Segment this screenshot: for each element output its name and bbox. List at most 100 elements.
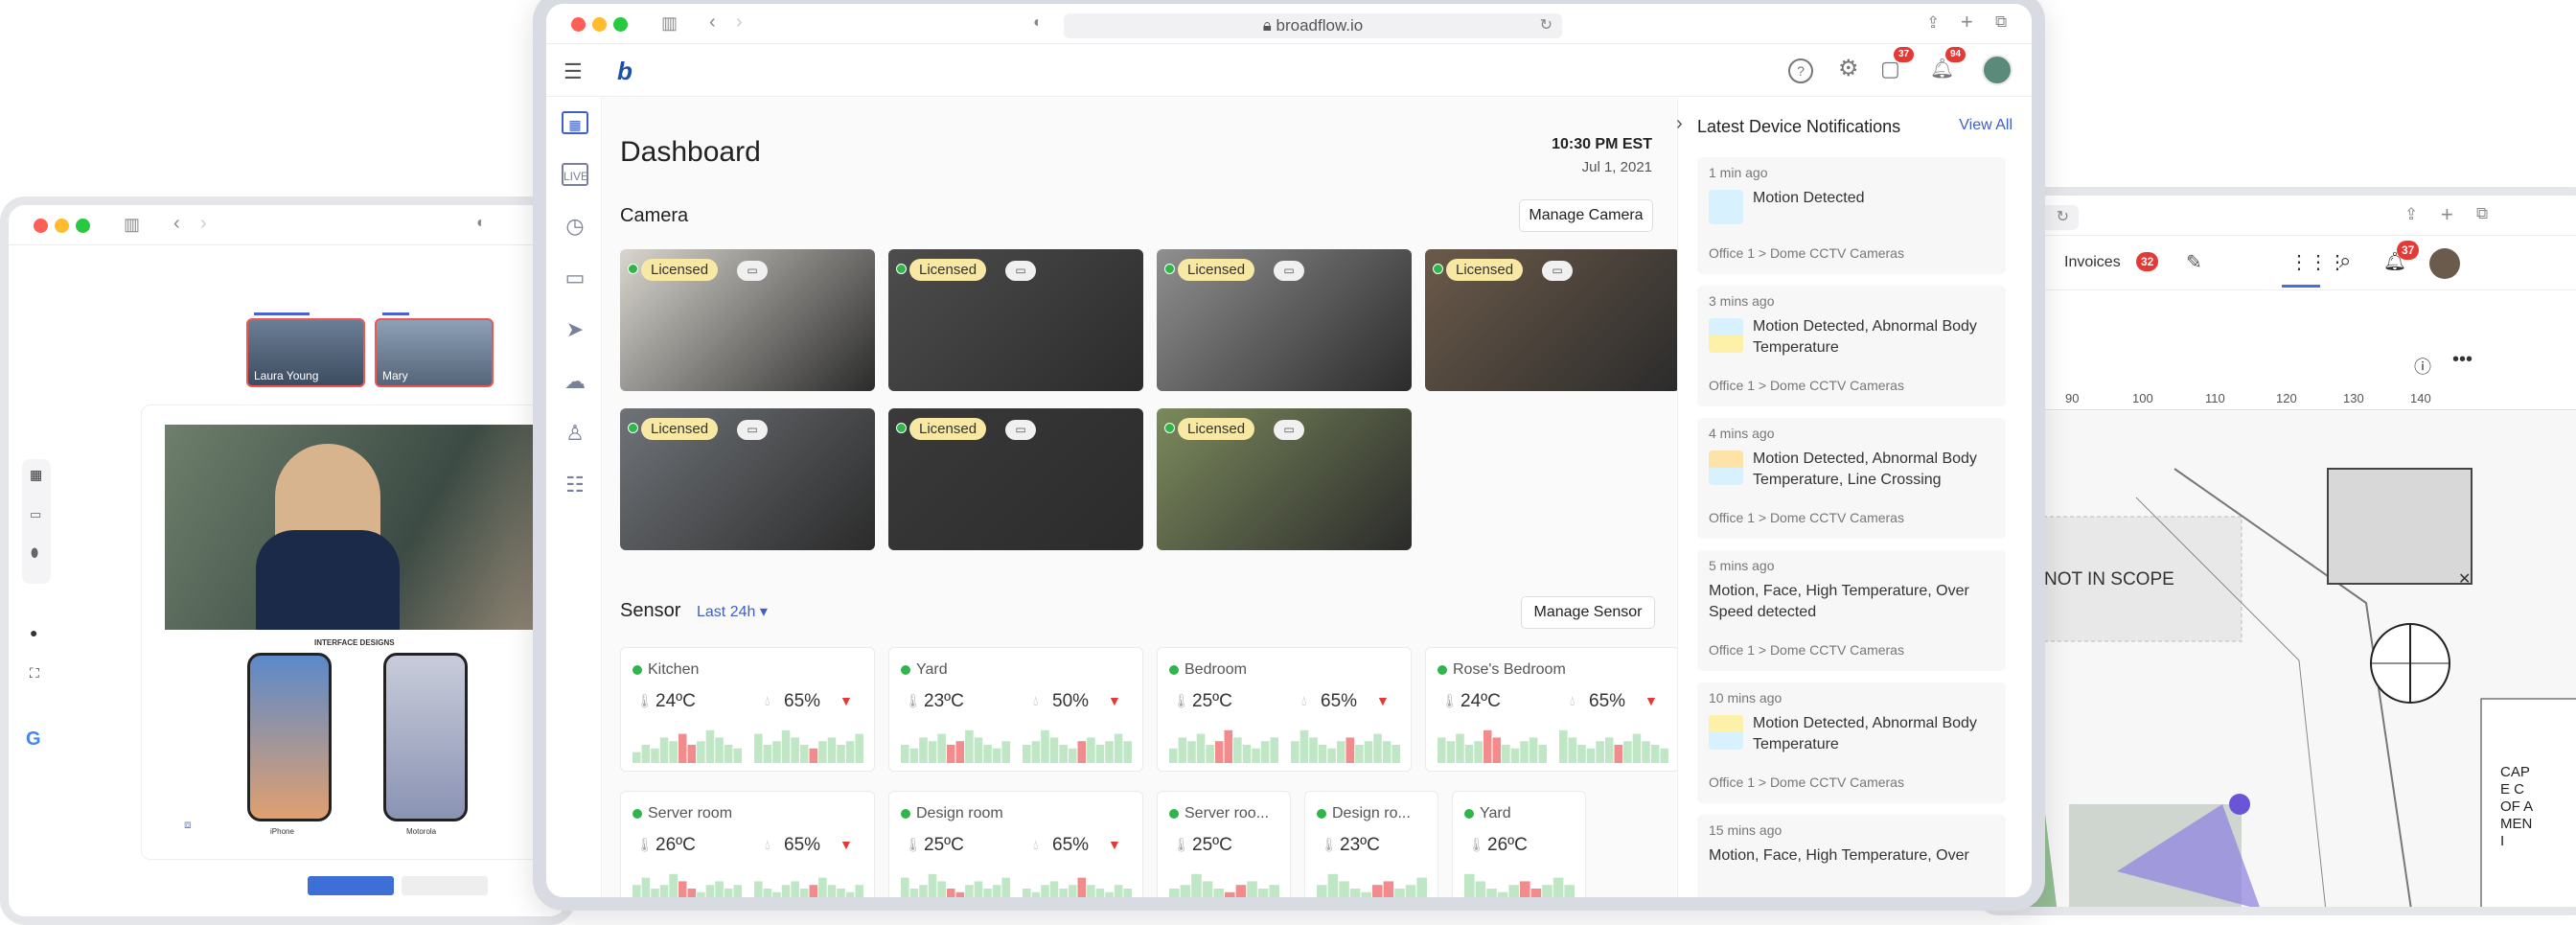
participant-tile[interactable]: Mary (375, 312, 494, 387)
sensor-card[interactable]: Yard 🌡︎ 23ºC 💧︎ 50% ▼ (888, 647, 1143, 772)
sensor-card[interactable]: Design ro... 🌡︎ 23ºC (1304, 791, 1438, 897)
time-range-dropdown[interactable]: Last 24h ▾ (697, 602, 768, 621)
floor-plan[interactable]: AREA NOT IN SCOPE CAPE COF AMENI ✕ (1983, 411, 2576, 907)
sensor-humidity: 65% (1052, 835, 1090, 855)
notification-card[interactable]: 1 min ago Motion Detected Office 1 > Dome … (1697, 157, 2006, 274)
help-icon[interactable]: ? (1788, 58, 1813, 83)
licensed-badge: Licensed (641, 418, 719, 440)
forward-icon[interactable]: › (736, 12, 743, 34)
sensor-card[interactable]: Kitchen 🌡︎ 24ºC 💧︎ 65% ▼ (620, 647, 875, 772)
manage-camera-button[interactable]: Manage Camera (1519, 199, 1653, 232)
notification-card[interactable]: 3 mins ago Motion Detected, Abnormal Body… (1697, 286, 2006, 406)
camera-tile[interactable]: Licensed ▭ (1425, 249, 1680, 391)
more-icon[interactable]: ••• (2452, 349, 2472, 371)
camera-tile[interactable]: Licensed ▭ (888, 408, 1143, 550)
close-window-button[interactable] (571, 17, 586, 32)
collapse-chevron-icon[interactable]: › (1676, 113, 1683, 135)
search-icon[interactable]: ⌕ (2339, 248, 2351, 273)
user-icon[interactable]: ♙ (562, 422, 588, 445)
new-tab-icon[interactable]: + (1961, 10, 1973, 35)
sensor-sparkline (1464, 873, 1575, 897)
apps-grid-icon[interactable]: ⋮⋮⋮ (2289, 250, 2347, 274)
licensed-badge: Licensed (1178, 259, 1255, 281)
notification-card[interactable]: 5 mins ago Motion, Face, High Temperature… (1697, 550, 2006, 671)
close-icon[interactable]: ✕ (2458, 569, 2471, 589)
tabs-overview-icon[interactable]: ⧉ (1995, 12, 2007, 32)
menu-icon[interactable]: ☰ (564, 59, 583, 84)
mouse-icon[interactable]: ⬮ (31, 545, 38, 561)
notification-card[interactable]: 4 mins ago Motion Detected, Abnormal Body… (1697, 418, 2006, 539)
sensor-humidity: 65% (784, 691, 821, 711)
sensor-card[interactable]: Yard 🌡︎ 26ºC (1452, 791, 1586, 897)
close-window-button[interactable] (34, 219, 48, 233)
sensor-card[interactable]: Rose's Bedroom 🌡︎ 24ºC 💧︎ 65% ▼ (1425, 647, 1680, 772)
notification-card[interactable]: 15 mins ago Motion, Face, High Temperatur… (1697, 815, 2006, 897)
fullscreen-icon[interactable]: ⛶ (30, 665, 39, 682)
page-thumbnail-active[interactable] (308, 876, 394, 895)
history-icon[interactable]: ◷ (562, 215, 588, 238)
trend-down-icon: ▼ (840, 837, 853, 852)
video-icon[interactable]: ▭ (562, 266, 588, 289)
tab-invoices[interactable]: Invoices (2064, 254, 2121, 271)
list-icon[interactable]: ☷ (562, 474, 588, 497)
sensor-temperature: 26ºC (656, 835, 696, 855)
gear-icon[interactable]: ⚙ (1838, 55, 1859, 82)
sensor-sparkline (901, 873, 1132, 897)
google-icon[interactable]: G (26, 728, 41, 751)
sensor-card[interactable]: Design room 🌡︎ 25ºC 💧︎ 65% ▼ (888, 791, 1143, 897)
sidebar-toggle-icon[interactable]: ▥ (124, 215, 140, 235)
share-icon[interactable]: ⇪ (2404, 205, 2418, 224)
camera-tile[interactable]: Licensed ▭ (620, 408, 875, 550)
notification-time: 15 mins ago (1709, 822, 1782, 838)
notification-card[interactable]: 10 mins ago Motion Detected, Abnormal Bod… (1697, 682, 2006, 803)
page-thumbnail[interactable] (402, 876, 488, 895)
zoom-window-button[interactable] (613, 17, 628, 32)
screen-icon[interactable]: ▭ (30, 507, 41, 522)
camera-tile[interactable]: Licensed ▭ (888, 249, 1143, 391)
alerts-count-badge: 94 (1945, 47, 1966, 62)
camera-tile[interactable]: Licensed ▭ (1157, 249, 1412, 391)
live-icon[interactable]: LIVE (562, 163, 588, 186)
camera-tile[interactable]: Licensed ▭ (620, 249, 875, 391)
sensor-sparkline (632, 873, 863, 897)
minimize-window-button[interactable] (592, 17, 607, 32)
url-field[interactable]: 🔒︎ broadflow.io ↻ (1064, 13, 1562, 38)
sensor-card[interactable]: Server roo... 🌡︎ 25ºC (1157, 791, 1291, 897)
reload-icon[interactable]: ↻ (2057, 207, 2069, 226)
shield-icon: ◐ (476, 215, 486, 231)
event-thumbnail (1709, 190, 1743, 224)
thermometer-icon: 🌡︎ (1468, 837, 1485, 852)
tabs-overview-icon[interactable]: ⧉ (2476, 204, 2488, 223)
online-status-dot (1317, 809, 1326, 819)
floor-plan-drawing (1983, 468, 2576, 907)
camera-tile[interactable]: Licensed ▭ (1157, 408, 1412, 550)
avatar[interactable] (2429, 248, 2460, 279)
dashboard-icon[interactable]: ▦ (562, 111, 588, 134)
sd-card-icon: ▭ (737, 261, 768, 281)
back-icon[interactable]: ‹ (709, 12, 716, 34)
view-all-link[interactable]: View All (1959, 117, 2012, 134)
minimize-window-button[interactable] (55, 219, 69, 233)
send-icon[interactable]: ➤ (562, 318, 588, 341)
frame-icon[interactable]: ⧈ (184, 818, 192, 832)
broadflow-logo-icon[interactable]: b (617, 57, 632, 86)
forward-icon[interactable]: › (200, 213, 207, 235)
participant-tile[interactable]: Laura Young (246, 312, 365, 387)
avatar[interactable] (1982, 55, 2012, 85)
time-range-label: Last 24h (697, 604, 756, 620)
back-icon[interactable]: ‹ (173, 213, 180, 235)
zoom-window-button[interactable] (76, 219, 90, 233)
sidebar-toggle-icon[interactable]: ▥ (661, 13, 678, 34)
sensor-card[interactable]: Bedroom 🌡︎ 25ºC 💧︎ 65% ▼ (1157, 647, 1412, 772)
info-icon[interactable]: ⓘ (2414, 354, 2431, 379)
presenter-video (165, 425, 566, 630)
sensor-card[interactable]: Server room 🌡︎ 26ºC 💧︎ 65% ▼ (620, 791, 875, 897)
upload-icon[interactable]: ☁ (562, 370, 588, 393)
new-tab-icon[interactable]: + (2441, 202, 2453, 227)
share-icon[interactable]: ⇪ (1926, 13, 1940, 33)
person-icon[interactable]: ● (30, 625, 37, 640)
pencil-icon[interactable]: ✎ (2186, 250, 2202, 274)
grid-icon[interactable]: ▦ (30, 467, 42, 483)
manage-sensor-button[interactable]: Manage Sensor (1521, 596, 1655, 629)
reload-icon[interactable]: ↻ (1540, 13, 1552, 38)
